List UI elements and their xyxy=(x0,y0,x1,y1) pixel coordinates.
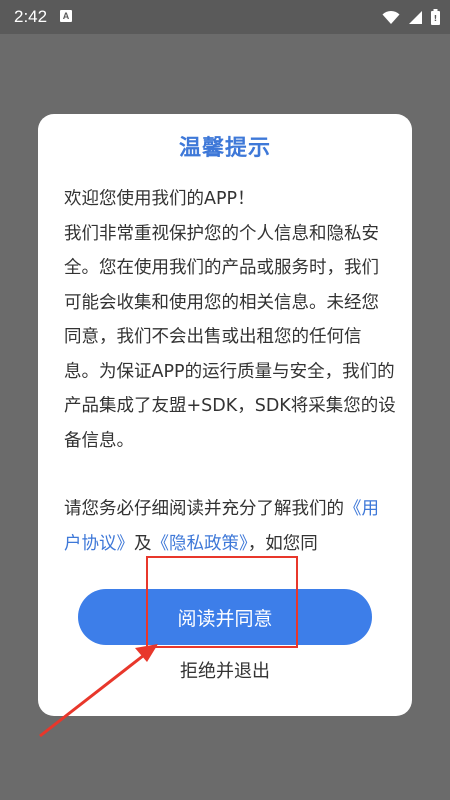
notification-icon: A xyxy=(60,10,72,22)
signal-icon xyxy=(409,10,422,24)
privacy-paragraph-1: 欢迎您使用我们的APP！ 我们非常重视保护您的个人信息和隐私安全。您在使用我们的… xyxy=(64,189,396,451)
and-text: 及 xyxy=(134,533,152,554)
status-time: 2:42 xyxy=(14,7,48,26)
paragraph-2-prefix: 请您务必仔细阅读并充分了解我们的 xyxy=(64,499,344,519)
dialog-title: 温馨提示 xyxy=(178,136,271,161)
status-bar: 2:42 A ! xyxy=(0,0,450,34)
battery-icon: ! xyxy=(431,9,440,25)
agree-button[interactable]: 阅读并同意 xyxy=(78,589,372,645)
wifi-icon xyxy=(382,10,400,24)
svg-text:!: ! xyxy=(434,14,438,23)
status-icons: ! xyxy=(382,8,440,26)
refuse-exit-button[interactable]: 拒绝并退出 xyxy=(38,657,412,683)
paragraph-2-suffix: ，如您同 xyxy=(247,533,318,554)
privacy-paragraph-2: 请您务必仔细阅读并充分了解我们的《用户协议》及《隐私政策》，如您同 xyxy=(64,492,396,561)
privacy-policy-link[interactable]: 《隐私政策》 xyxy=(152,534,248,554)
privacy-dialog: 温馨提示 欢迎您使用我们的APP！ 我们非常重视保护您的个人信息和隐私安全。您在… xyxy=(38,114,412,716)
